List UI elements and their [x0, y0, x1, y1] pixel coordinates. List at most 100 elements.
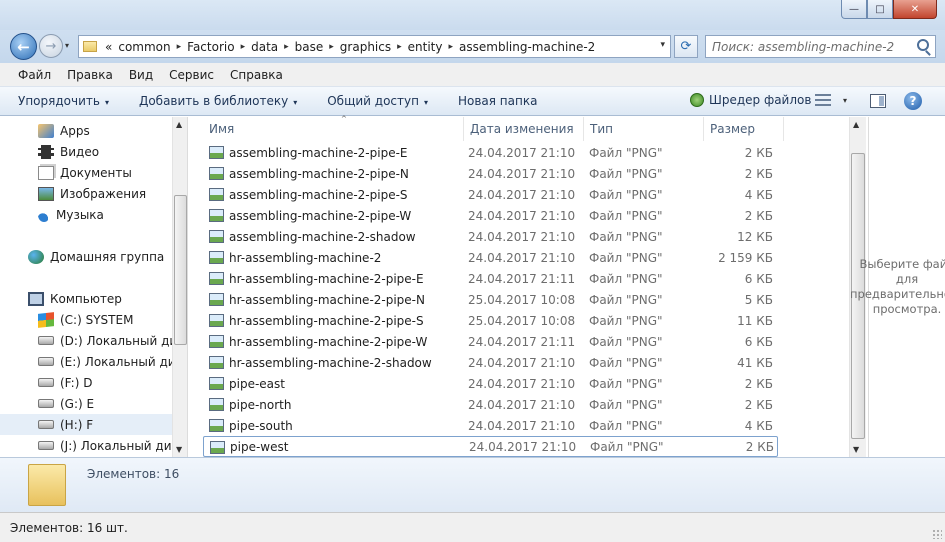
add-to-library-button[interactable]: Добавить в библиотеку ▾: [139, 94, 297, 108]
breadcrumb-item[interactable]: base: [295, 40, 324, 54]
file-row[interactable]: hr-assembling-machine-2-pipe-E 24.04.2017…: [203, 268, 778, 289]
nav-item[interactable]: (G:) E: [0, 393, 172, 414]
search-placeholder: Поиск: assembling-machine-2: [712, 39, 895, 54]
breadcrumb-item[interactable]: graphics: [340, 40, 391, 54]
file-type: Файл "PNG": [590, 439, 664, 454]
chevron-right-icon[interactable]: ▸: [448, 42, 453, 52]
add-to-library-label: Добавить в библиотеку: [138, 94, 289, 108]
file-row[interactable]: assembling-machine-2-pipe-S 24.04.2017 21…: [203, 184, 778, 205]
organize-button[interactable]: Упорядочить ▾: [18, 94, 109, 108]
menu-item[interactable]: Сервис: [161, 68, 222, 82]
scrollbar-thumb[interactable]: [174, 195, 187, 345]
chevron-right-icon[interactable]: ▸: [329, 42, 334, 52]
file-shredder-button[interactable]: Шредер файлов: [690, 93, 811, 107]
file-row[interactable]: hr-assembling-machine-2-pipe-S 25.04.2017…: [203, 310, 778, 331]
chevron-right-icon[interactable]: ▸: [177, 42, 182, 52]
chevron-right-icon[interactable]: ▸: [397, 42, 402, 52]
column-header-type[interactable]: Тип: [584, 117, 704, 141]
nav-item[interactable]: Музыка: [0, 204, 172, 225]
file-row[interactable]: hr-assembling-machine-2-pipe-N 25.04.2017…: [203, 289, 778, 310]
file-row[interactable]: hr-assembling-machine-2-pipe-W 24.04.2017…: [203, 331, 778, 352]
drive-icon: [38, 420, 54, 429]
nav-item[interactable]: Документы: [0, 162, 172, 183]
png-file-icon: [210, 441, 225, 454]
breadcrumb-item[interactable]: assembling-machine-2: [459, 40, 595, 54]
file-row[interactable]: pipe-north 24.04.2017 21:10 Файл "PNG" 2 КБ: [203, 394, 778, 415]
navigation-scrollbar[interactable]: ▲ ▼: [172, 117, 187, 457]
scroll-down-button[interactable]: ▼: [853, 445, 859, 454]
column-header-date[interactable]: Дата изменения: [464, 117, 584, 141]
address-bar[interactable]: « common ▸ Factorio ▸ data ▸ base ▸ graphics ▸ ent…: [78, 35, 671, 58]
homegroup-icon: [28, 249, 44, 264]
breadcrumb-overflow-button[interactable]: «: [105, 40, 112, 54]
shredder-icon: [690, 93, 704, 107]
scroll-up-button[interactable]: ▲: [176, 120, 182, 129]
nav-item-label: (D:) Локальный диск: [60, 333, 188, 348]
maximize-button[interactable]: □: [867, 0, 893, 19]
file-date: 24.04.2017 21:11: [468, 271, 576, 286]
close-button[interactable]: ✕: [893, 0, 937, 19]
nav-item-label: (F:) D: [60, 375, 93, 390]
change-view-button[interactable]: ▾: [815, 94, 847, 106]
menu-item[interactable]: Правка: [59, 68, 121, 82]
nav-item[interactable]: (F:) D: [0, 372, 172, 393]
forward-button[interactable]: →: [39, 34, 63, 58]
file-row[interactable]: pipe-south 24.04.2017 21:10 Файл "PNG" 4 КБ: [203, 415, 778, 436]
nav-item[interactable]: Изображения: [0, 183, 172, 204]
nav-item[interactable]: (H:) F: [0, 414, 172, 435]
menu-item[interactable]: Вид: [121, 68, 161, 82]
file-name: hr-assembling-machine-2-shadow: [229, 355, 432, 370]
chevron-right-icon[interactable]: ▸: [241, 42, 246, 52]
scroll-up-button[interactable]: ▲: [853, 120, 859, 129]
file-row[interactable]: assembling-machine-2-pipe-N 24.04.2017 21…: [203, 163, 778, 184]
back-button[interactable]: ←: [10, 33, 37, 60]
file-row[interactable]: hr-assembling-machine-2-shadow 24.04.2017…: [203, 352, 778, 373]
menu-item[interactable]: Файл: [10, 68, 59, 82]
menu-bar: Файл Правка Вид Сервис Справка: [0, 63, 945, 87]
file-row[interactable]: assembling-machine-2-shadow 24.04.2017 21…: [203, 226, 778, 247]
recent-pages-dropdown[interactable]: ▾: [65, 41, 69, 50]
breadcrumb-item[interactable]: common: [118, 40, 170, 54]
search-input[interactable]: Поиск: assembling-machine-2: [705, 35, 936, 58]
column-header-name[interactable]: Имя ^: [203, 115, 464, 141]
nav-item[interactable]: (E:) Локальный диск: [0, 351, 187, 372]
arrow-left-icon: ←: [17, 37, 30, 56]
nav-item[interactable]: (J:) Локальный диск: [0, 435, 185, 456]
menu-item[interactable]: Справка: [222, 68, 291, 82]
nav-item[interactable]: Компьютер: [0, 288, 172, 309]
file-row[interactable]: pipe-east 24.04.2017 21:10 Файл "PNG" 2 КБ: [203, 373, 778, 394]
folder-icon: [83, 41, 97, 52]
file-size: 5 КБ: [744, 292, 773, 307]
file-date: 24.04.2017 21:10: [468, 355, 576, 370]
new-folder-button[interactable]: Новая папка: [458, 94, 537, 108]
share-button[interactable]: Общий доступ ▾: [327, 94, 428, 108]
chevron-down-icon: ▾: [843, 95, 848, 105]
preview-message: Выберите файл для предварительного просм…: [850, 257, 945, 316]
file-row[interactable]: assembling-machine-2-pipe-E 24.04.2017 21…: [203, 142, 778, 163]
chevron-right-icon[interactable]: ▸: [284, 42, 289, 52]
file-row[interactable]: hr-assembling-machine-2 24.04.2017 21:10 Ф…: [203, 247, 778, 268]
breadcrumb-item[interactable]: entity: [408, 40, 443, 54]
nav-item[interactable]: Apps: [0, 120, 172, 141]
address-history-dropdown[interactable]: ▾: [660, 40, 665, 50]
file-name: pipe-south: [229, 418, 293, 433]
breadcrumb-item[interactable]: Factorio: [187, 40, 234, 54]
nav-item[interactable]: Видео: [0, 141, 172, 162]
file-row[interactable]: pipe-west 24.04.2017 21:10 Файл "PNG" 2 КБ: [203, 436, 778, 457]
minimize-button[interactable]: —: [841, 0, 867, 19]
column-header-size[interactable]: Размер: [704, 117, 784, 141]
nav-item[interactable]: (C:) SYSTEM: [0, 309, 172, 330]
file-row[interactable]: assembling-machine-2-pipe-W 24.04.2017 21…: [203, 205, 778, 226]
preview-pane-button[interactable]: [870, 94, 886, 108]
file-date: 24.04.2017 21:10: [468, 145, 576, 160]
breadcrumb-item[interactable]: data: [251, 40, 278, 54]
scroll-down-button[interactable]: ▼: [176, 445, 182, 454]
help-button[interactable]: ?: [904, 92, 922, 110]
nav-item[interactable]: (D:) Локальный диск: [0, 330, 187, 351]
nav-item[interactable]: Домашняя группа: [0, 246, 172, 267]
refresh-button[interactable]: ⟳: [674, 35, 698, 58]
nav-item-label: (H:) F: [60, 417, 94, 432]
resize-grip-icon[interactable]: [932, 529, 942, 539]
search-icon[interactable]: [917, 39, 929, 51]
apps-icon: [38, 123, 54, 138]
